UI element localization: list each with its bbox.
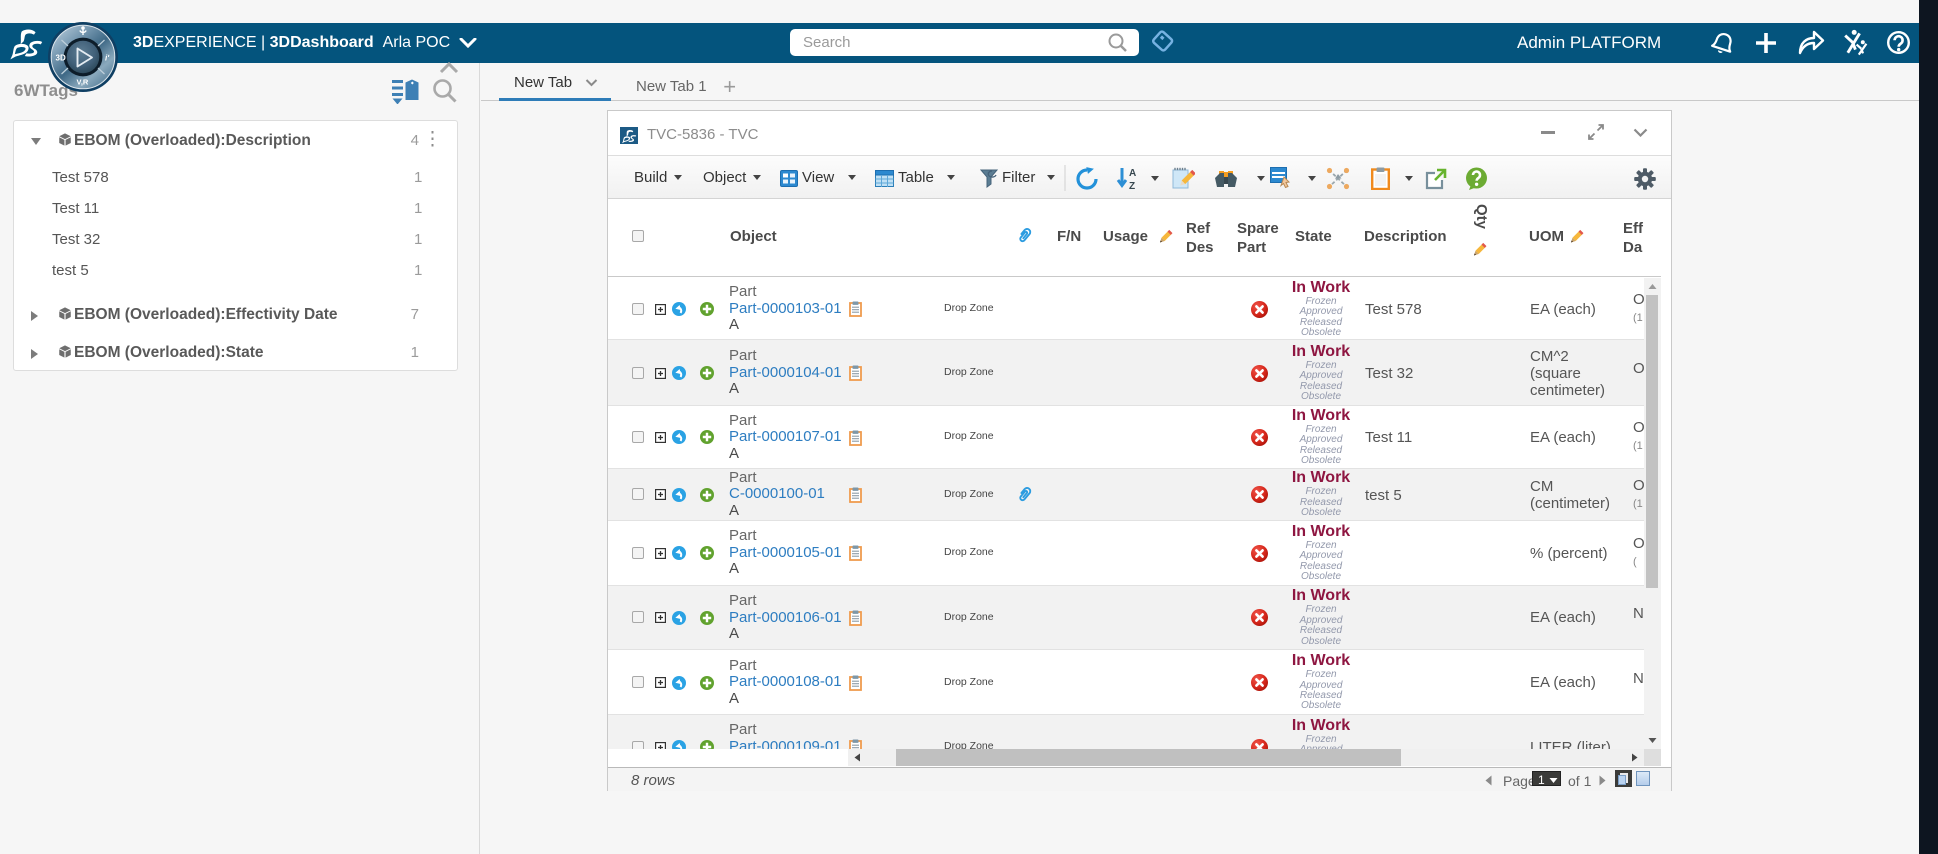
svg-text:3D: 3D [56, 54, 66, 63]
svg-text:A: A [1129, 168, 1136, 179]
svg-text:V,R: V,R [77, 78, 89, 87]
svg-text:Z: Z [1129, 181, 1135, 191]
